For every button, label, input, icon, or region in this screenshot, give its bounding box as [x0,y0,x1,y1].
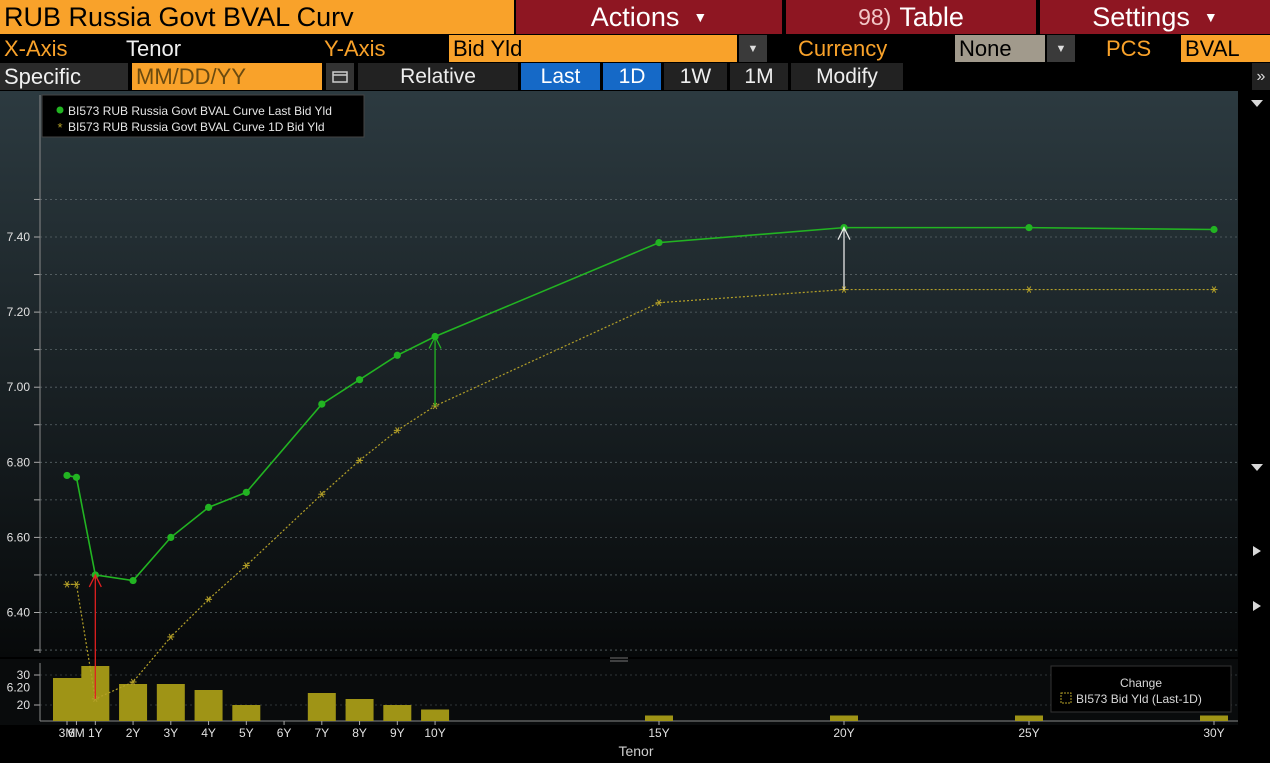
x-tick-label: 10Y [424,726,445,740]
x-tick-label: 15Y [648,726,669,740]
chevron-down-icon: ▼ [1203,9,1218,25]
x-tick-label: 3Y [163,726,178,740]
table-button[interactable]: 98) Table [786,0,1036,34]
change-bar [345,699,374,721]
table-label: Table [899,1,964,32]
y-tick-label: 7.00 [7,380,31,394]
table-number: 98) [858,3,892,30]
chevron-down-icon: ▼ [693,9,708,25]
x-axis-title: Tenor [618,743,653,759]
calendar-icon [332,70,348,83]
x-axis-label: X-Axis [4,35,68,61]
change-legend-title: Change [1120,676,1162,690]
x-tick-label: 6Y [277,726,292,740]
change-bar [232,705,261,721]
change-y-tick-label: 20 [17,698,31,712]
1m-button[interactable]: 1M [730,63,788,90]
last-button[interactable]: Last [521,63,600,90]
x-tick-label: 7Y [314,726,329,740]
chart-legend: BI573 RUB Russia Govt BVAL Curve Last Bi… [41,94,365,138]
x-tick-label: 4Y [201,726,216,740]
change-bar [421,709,450,721]
change-bar [383,705,412,721]
y-tick-label: 7.40 [7,230,31,244]
pcs-label: PCS [1106,35,1152,61]
1w-button[interactable]: 1W [664,63,727,90]
currency-field[interactable]: None [955,35,1045,62]
x-tick-label: 5Y [239,726,254,740]
series-last-point [242,488,250,496]
series-last-point [393,351,401,359]
chevron-down-icon: ▼ [747,42,759,55]
date-options-bar: Specific MM/DD/YY Relative Last 1D 1W 1M… [0,63,1270,90]
change-bar [307,693,336,721]
series-last-point [129,576,137,585]
change-y-tick-label: 30 [17,668,31,682]
series-last-point [72,473,81,481]
date-input[interactable]: MM/DD/YY [132,63,322,90]
change-bar [1015,715,1043,721]
header-bar: RUB Russia Govt BVAL Curv Actions ▼ 98) … [0,0,1270,34]
y-tick-label: 6.40 [7,606,31,620]
x-tick-label: 25Y [1018,726,1039,740]
1d-button[interactable]: 1D [603,63,661,90]
series-last-point [318,400,326,408]
change-bar [156,684,185,721]
series-last-point [655,239,663,247]
more-options-icon[interactable]: » [1252,63,1270,90]
actions-button[interactable]: Actions ▼ [516,0,782,34]
chart-area: 6.20 6.40 6.60 6.80 7.00 7.20 7.40 20 30 3M 6M 1Y 2… [0,91,1270,763]
y-axis-field[interactable]: Bid Yld [449,35,737,62]
calendar-button[interactable] [326,63,354,90]
x-axis-value[interactable]: Tenor [126,35,236,62]
change-legend-label: BI573 Bid Yld (Last-1D) [1076,692,1202,706]
change-bar [194,690,223,721]
series-last-point [1025,224,1033,232]
x-tick-label: 9Y [390,726,405,740]
x-tick-label: 1Y [88,726,103,740]
x-tick-label: 30Y [1203,726,1224,740]
change-legend: Change BI573 Bid Yld (Last-1D) [1050,665,1232,713]
legend-star-icon: * [57,120,62,135]
y-axis-label: Y-Axis [324,35,386,61]
relative-label: Relative [358,63,518,90]
y-axis-dropdown[interactable]: ▼ [739,35,767,62]
change-bar [645,715,673,721]
series-last-point [204,503,213,511]
series-last-point [167,533,175,541]
y-tick-label: 6.80 [7,455,31,469]
specific-label: Specific [0,63,128,90]
main-plot-background [0,91,1238,657]
y-tick-label: 7.20 [7,305,31,319]
currency-dropdown[interactable]: ▼ [1047,35,1075,62]
yield-curve-chart: 6.206.406.606.807.007.207.402030 3M6M 1Y 2… [0,91,1270,763]
x-tick-label: 6M [68,726,85,740]
legend-dot-icon [56,106,64,114]
y-tick-label: 6.60 [7,530,31,544]
y-tick-label: 6.20 [7,681,31,695]
x-tick-label: 20Y [833,726,854,740]
currency-label: Currency [798,35,888,61]
x-tick-label: 8Y [352,726,367,740]
change-bar [1200,715,1228,721]
change-bar [119,684,148,721]
security-title[interactable]: RUB Russia Govt BVAL Curv [0,0,514,34]
settings-button[interactable]: Settings ▼ [1040,0,1270,34]
series-last-point [355,376,364,384]
axis-options-bar: X-Axis Tenor Y-Axis Bid Yld ▼ Currency N… [0,35,1270,62]
series-last-point [1210,225,1218,234]
x-tick-label: 2Y [126,726,141,740]
chevron-down-icon: ▼ [1055,42,1067,55]
series-last-point [63,471,71,480]
modify-button[interactable]: Modify [791,63,903,90]
settings-label: Settings [1092,1,1190,32]
legend-last-bid-yld: BI573 RUB Russia Govt BVAL Curve Last Bi… [68,104,332,118]
change-bar [830,715,858,721]
legend-1d-bid-yld: BI573 RUB Russia Govt BVAL Curve 1D Bid … [68,120,325,134]
pcs-field[interactable]: BVAL [1181,35,1270,62]
actions-label: Actions [590,1,680,32]
